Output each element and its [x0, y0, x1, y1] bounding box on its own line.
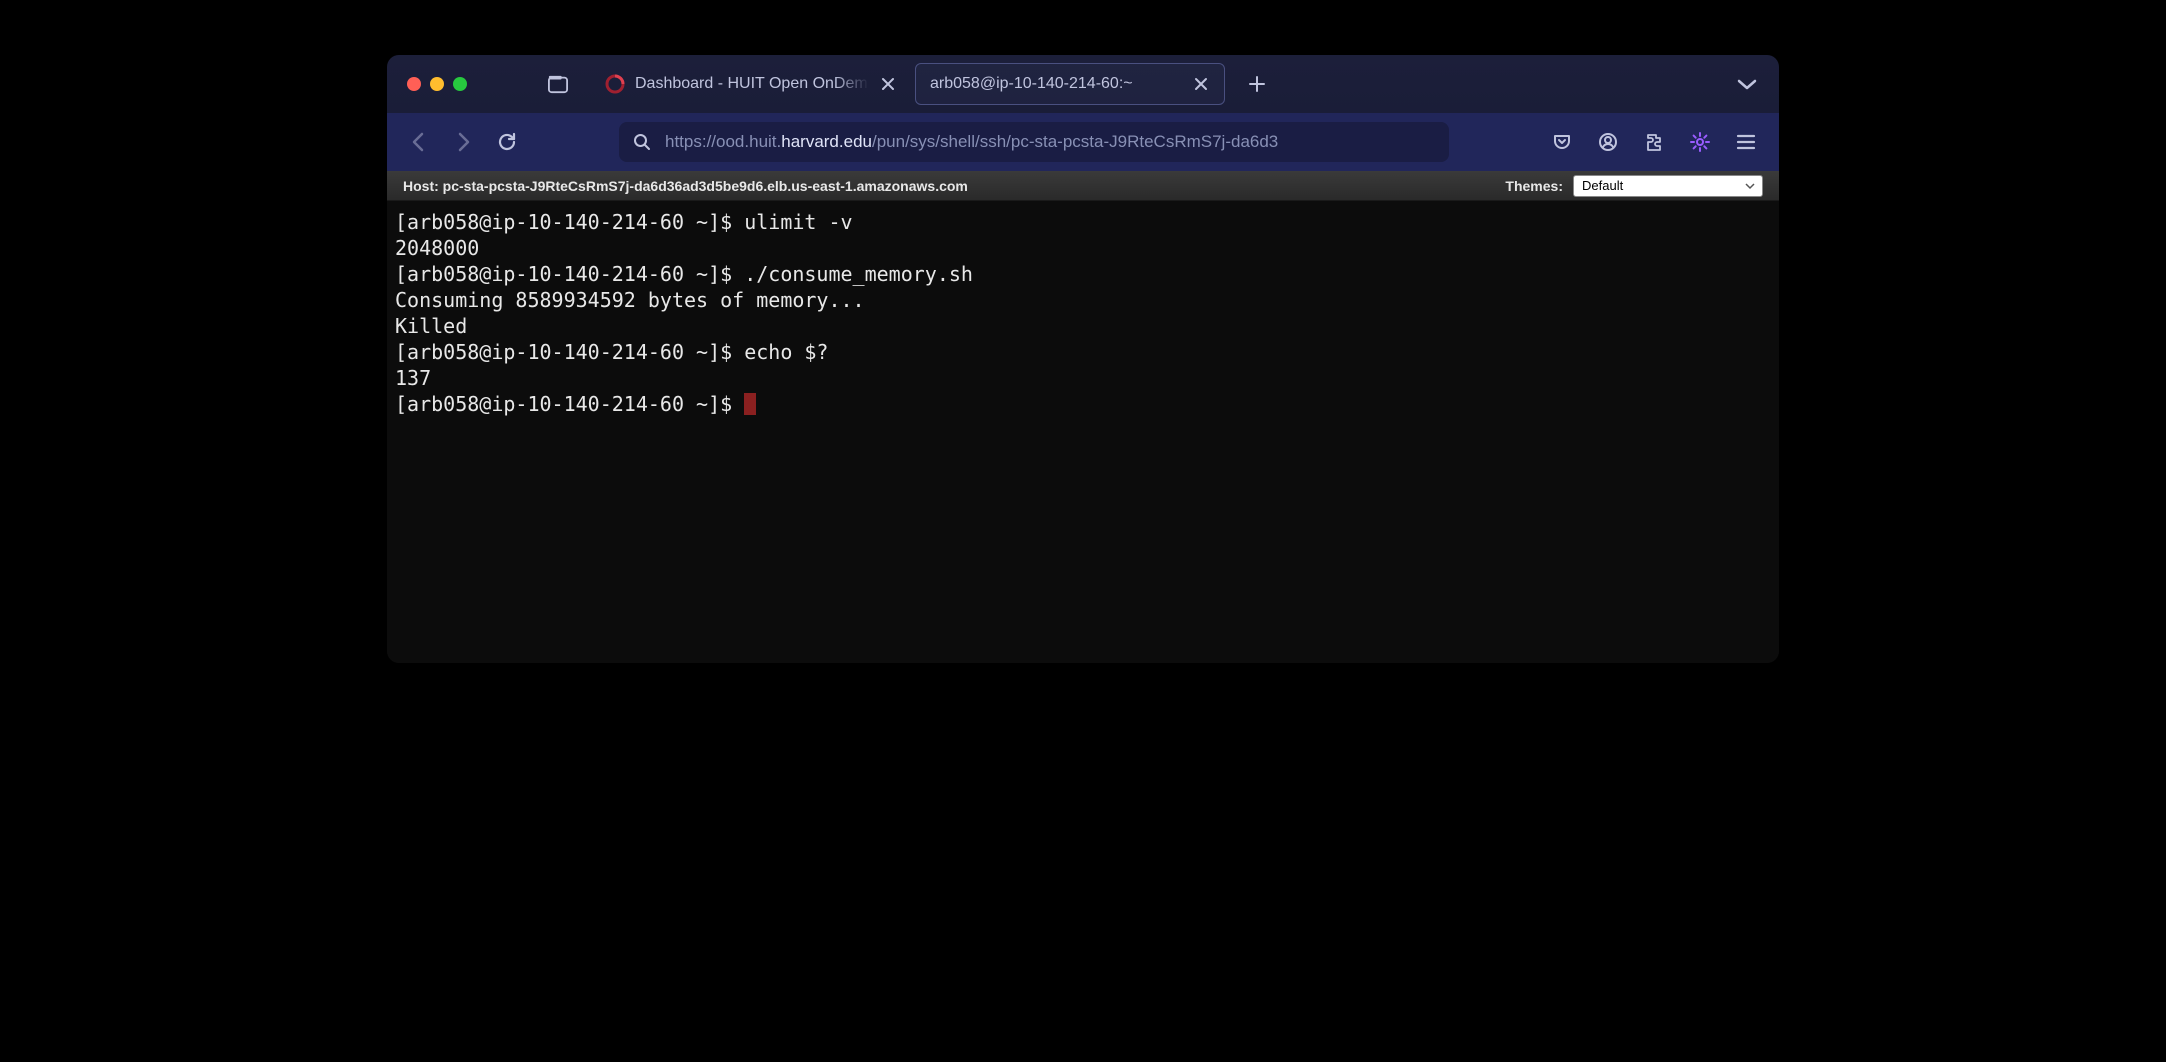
tab-title: Dashboard - HUIT Open OnDemand: [635, 75, 869, 93]
pocket-icon[interactable]: [1543, 123, 1581, 161]
forward-button[interactable]: [445, 124, 481, 160]
reload-button[interactable]: [489, 124, 525, 160]
toolbar: https://ood.huit.harvard.edu/pun/sys/she…: [387, 113, 1779, 171]
terminal-line: 2048000: [395, 236, 479, 260]
ondemand-favicon-icon: [605, 74, 625, 94]
account-icon[interactable]: [1589, 123, 1627, 161]
browser-window: Dashboard - HUIT Open OnDemand arb058@ip…: [387, 55, 1779, 663]
hamburger-menu-icon[interactable]: [1727, 123, 1765, 161]
host-label: Host: pc-sta-pcsta-J9RteCsRmS7j-da6d36ad…: [403, 178, 968, 194]
terminal-line: [arb058@ip-10-140-214-60 ~]$ echo $?: [395, 340, 828, 364]
settings-gear-icon[interactable]: [1681, 123, 1719, 161]
url-bar[interactable]: https://ood.huit.harvard.edu/pun/sys/she…: [619, 122, 1449, 162]
terminal-line: Consuming 8589934592 bytes of memory...: [395, 288, 865, 312]
new-tab-button[interactable]: [1239, 66, 1275, 102]
tab-title: arb058@ip-10-140-214-60:~: [930, 75, 1182, 93]
url-text: https://ood.huit.harvard.edu/pun/sys/she…: [665, 132, 1435, 152]
extensions-icon[interactable]: [1635, 123, 1673, 161]
terminal-prompt: [arb058@ip-10-140-214-60 ~]$: [395, 392, 744, 416]
back-button[interactable]: [401, 124, 437, 160]
close-tab-icon[interactable]: [1192, 75, 1210, 93]
close-window-button[interactable]: [407, 77, 421, 91]
terminal-line: 137: [395, 366, 431, 390]
tab-terminal[interactable]: arb058@ip-10-140-214-60:~: [915, 63, 1225, 105]
terminal-cursor: [744, 393, 756, 415]
tab-bar: Dashboard - HUIT Open OnDemand arb058@ip…: [387, 55, 1779, 113]
minimize-window-button[interactable]: [430, 77, 444, 91]
terminal-line: [arb058@ip-10-140-214-60 ~]$ ulimit -v: [395, 210, 853, 234]
tab-overflow-button[interactable]: [1727, 64, 1767, 104]
terminal-line: Killed: [395, 314, 467, 338]
host-bar: Host: pc-sta-pcsta-J9RteCsRmS7j-da6d36ad…: [387, 171, 1779, 201]
sidebar-toggle-icon[interactable]: [547, 74, 569, 94]
tab-dashboard[interactable]: Dashboard - HUIT Open OnDemand: [591, 63, 911, 105]
url-bar-wrapper: https://ood.huit.harvard.edu/pun/sys/she…: [533, 122, 1535, 162]
search-icon: [633, 133, 651, 151]
close-tab-icon[interactable]: [879, 75, 897, 93]
maximize-window-button[interactable]: [453, 77, 467, 91]
terminal-line: [arb058@ip-10-140-214-60 ~]$ ./consume_m…: [395, 262, 973, 286]
terminal-output[interactable]: [arb058@ip-10-140-214-60 ~]$ ulimit -v 2…: [387, 201, 1779, 663]
themes-label: Themes:: [1505, 178, 1563, 194]
window-controls: [399, 77, 547, 91]
tabs-container: Dashboard - HUIT Open OnDemand arb058@ip…: [591, 55, 1275, 113]
theme-select[interactable]: Default: [1573, 175, 1763, 197]
theme-selector-group: Themes: Default: [1505, 175, 1763, 197]
